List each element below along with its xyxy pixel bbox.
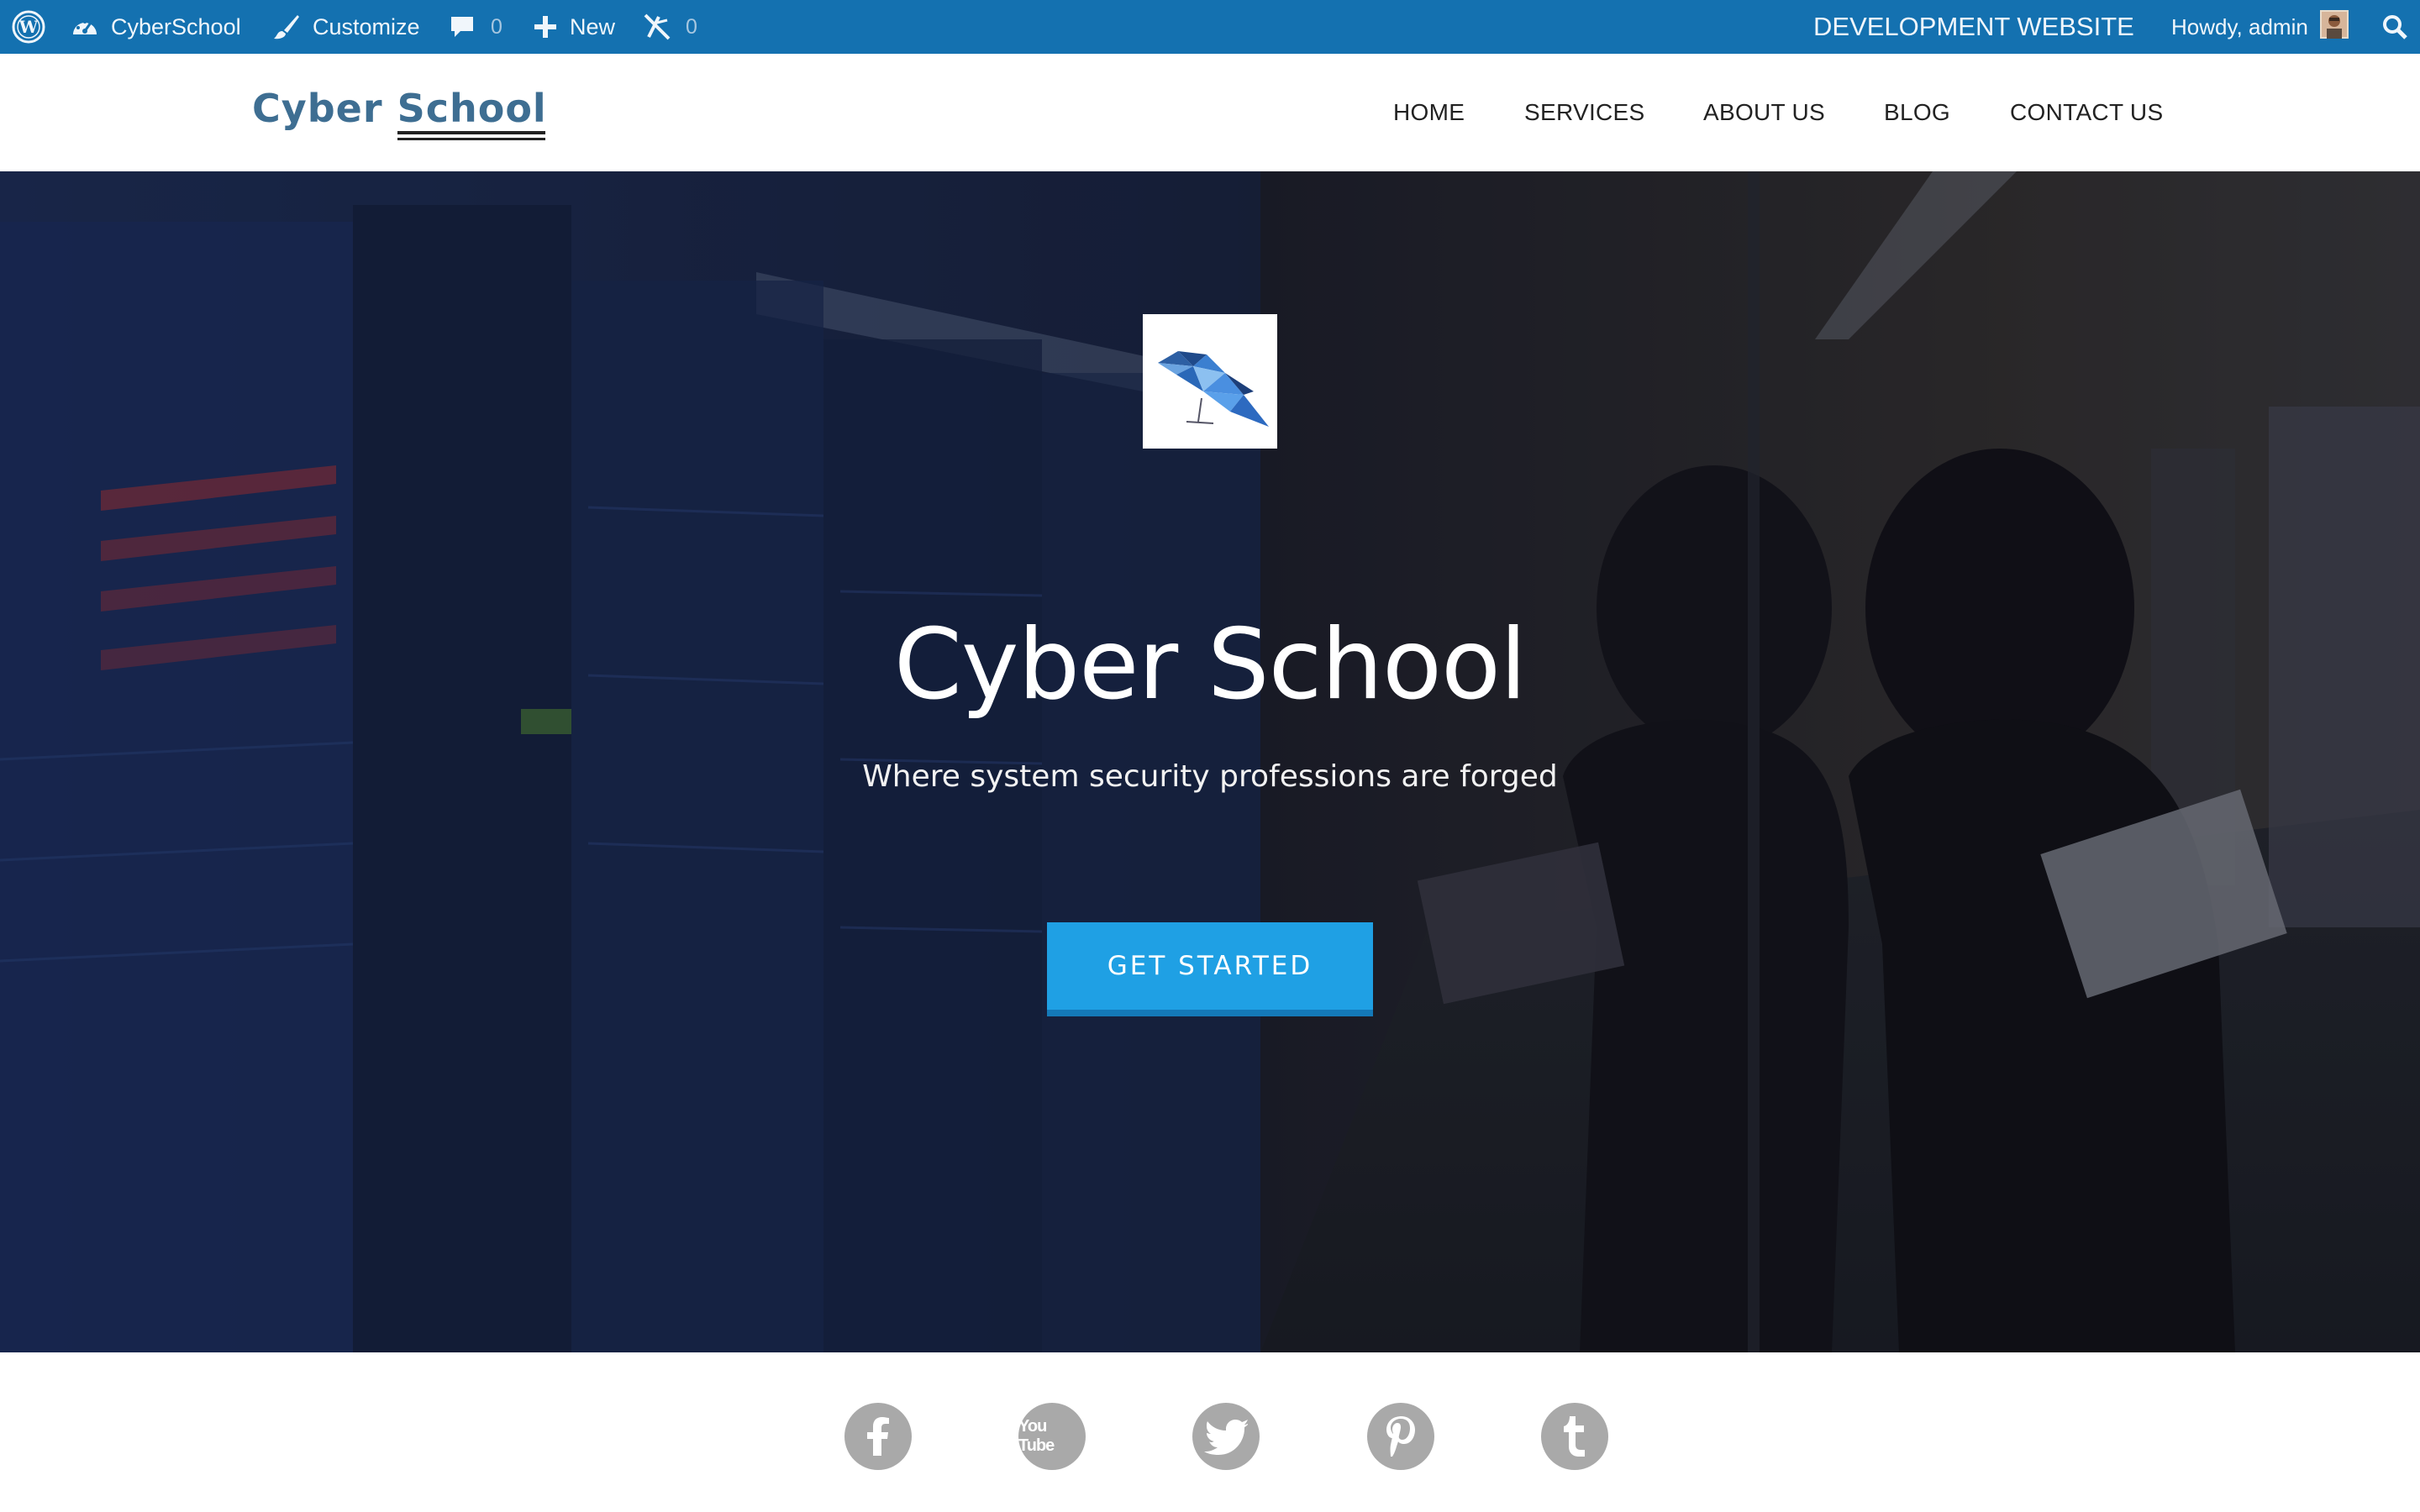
account-menu[interactable]: Howdy, admin [2171, 0, 2349, 54]
search-icon[interactable] [2381, 0, 2408, 54]
nav-services[interactable]: SERVICES [1524, 99, 1645, 126]
youtube-text: You Tube [1018, 1417, 1055, 1455]
updates-count: 0 [686, 14, 697, 39]
bird-logo-icon [1158, 351, 1269, 427]
facebook-icon[interactable] [844, 1403, 912, 1470]
plus-icon [533, 14, 558, 39]
comments-link[interactable]: 0 [449, 0, 502, 54]
paintbrush-icon [272, 13, 301, 41]
comment-bubble-icon [449, 13, 476, 40]
tumblr-icon[interactable] [1541, 1403, 1608, 1470]
customize-label: Customize [313, 13, 420, 39]
get-started-button[interactable]: GET STARTED [1047, 922, 1373, 1016]
pinterest-icon[interactable] [1367, 1403, 1434, 1470]
wordpress-logo-icon[interactable]: W [12, 0, 45, 54]
new-content-link[interactable]: New [533, 0, 615, 54]
nav-about-us[interactable]: ABOUT US [1703, 99, 1825, 126]
dashboard-gauge-icon [71, 14, 99, 39]
twitter-icon[interactable] [1192, 1403, 1260, 1470]
hero-section: Cyber School Where system security profe… [0, 171, 2420, 1352]
customize-link[interactable]: Customize [272, 0, 420, 54]
updates-link[interactable]: 0 [642, 0, 697, 54]
svg-text:W: W [18, 17, 39, 37]
admin-site-link[interactable]: CyberSchool [71, 0, 241, 54]
admin-site-name: CyberSchool [111, 13, 241, 39]
environment-label: DEVELOPMENT WEBSITE [1813, 12, 2134, 41]
plugin-update-icon [642, 12, 672, 42]
nav-home[interactable]: HOME [1393, 99, 1465, 126]
nav-blog[interactable]: BLOG [1884, 99, 1950, 126]
hero-subtitle: Where system security professions are fo… [862, 759, 1558, 794]
nav-contact-us[interactable]: CONTACT US [2010, 99, 2163, 126]
main-navigation: HOME SERVICES ABOUT US BLOG CONTACT US [0, 54, 2420, 171]
comments-count: 0 [491, 14, 502, 39]
site-header: Cyber School HOME SERVICES ABOUT US BLOG… [0, 54, 2420, 171]
hero-title: Cyber School [893, 608, 1527, 722]
social-links: You Tube [0, 1352, 2420, 1512]
avatar [2319, 9, 2349, 45]
new-label: New [570, 13, 616, 39]
greeting-text: Howdy, admin [2171, 13, 2308, 39]
admin-bar: W CyberSchool Customize 0 New 0 DEVELOPM… [0, 0, 2420, 54]
youtube-icon[interactable]: You Tube [1018, 1403, 1086, 1470]
hero-logo-badge [1143, 314, 1277, 449]
